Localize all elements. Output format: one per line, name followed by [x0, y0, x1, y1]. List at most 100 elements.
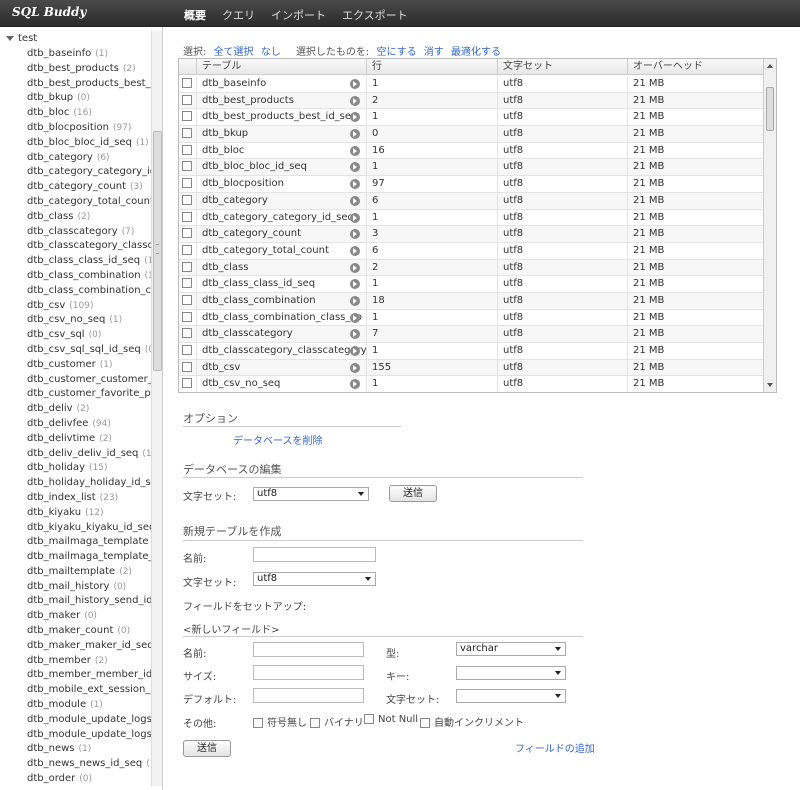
sidebar-table-item[interactable]: dtb_mail_history (0) — [27, 580, 151, 595]
sidebar-table-item[interactable]: dtb_class_class_id_seq(1 — [27, 254, 151, 269]
row-checkbox[interactable] — [182, 211, 192, 222]
row-table-name[interactable]: dtb_bloc — [197, 142, 367, 159]
not-null-box[interactable] — [364, 714, 374, 724]
row-table-name[interactable]: dtb_baseinfo — [197, 76, 367, 92]
sidebar-table-item[interactable]: dtb_csv_no_seq (1) — [27, 313, 151, 328]
auto-increment-box[interactable] — [420, 718, 430, 728]
nav-query[interactable]: クエリ — [222, 7, 255, 23]
row-table-name[interactable]: dtb_category_total_count — [197, 242, 367, 259]
sidebar-table-item[interactable]: dtb_mobile_ext_session_id — [27, 683, 151, 698]
binary-box[interactable] — [310, 718, 320, 728]
row-table-name[interactable]: dtb_classcategory_classcategory_ — [197, 343, 367, 359]
sidebar-table-item[interactable]: dtb_customer_favorite_prod — [27, 387, 151, 402]
sidebar-table-item[interactable]: dtb_classcategory (7) — [27, 225, 151, 240]
scroll-up-icon[interactable] — [767, 64, 773, 68]
row-table-name[interactable]: dtb_best_products — [197, 92, 367, 109]
sidebar-table-item[interactable]: dtb_holiday_holiday_id_seq — [27, 476, 151, 491]
row-checkbox[interactable] — [182, 228, 192, 239]
sidebar-table-item[interactable]: dtb_customer_customer_id_ — [27, 373, 151, 388]
sidebar-table-item[interactable]: dtb_maker (0) — [27, 609, 151, 624]
table-row[interactable]: dtb_blocposition 97 utf8 21 MB — [179, 176, 764, 193]
row-checkbox[interactable] — [182, 345, 192, 355]
row-checkbox[interactable] — [182, 144, 192, 155]
field-type-select[interactable]: varchar — [456, 642, 566, 656]
grid-scroll-thumb[interactable] — [766, 87, 774, 131]
drop-link[interactable]: 消す — [424, 47, 444, 58]
go-arrow-icon[interactable] — [350, 329, 360, 340]
sidebar-table-item[interactable]: dtb_delivtime (2) — [27, 432, 151, 447]
unsigned-box[interactable] — [253, 718, 263, 728]
table-row[interactable]: dtb_best_products 2 utf8 21 MB — [179, 92, 764, 110]
table-row[interactable]: dtb_best_products_best_id_seq 1 utf8 21 MB — [179, 109, 764, 127]
auto-increment-checkbox[interactable]: 自動インクリメント — [420, 714, 524, 729]
edit-db-charset-select[interactable]: utf8 — [253, 487, 369, 501]
database-node[interactable]: test — [6, 33, 37, 44]
row-checkbox[interactable] — [182, 94, 192, 105]
row-table-name[interactable]: dtb_class_combination — [197, 292, 367, 309]
sidebar-table-item[interactable]: dtb_member_member_id_s — [27, 668, 151, 683]
sidebar-table-item[interactable]: dtb_order (0) — [27, 772, 151, 787]
sidebar-table-item[interactable]: dtb_best_products_best_id_ — [27, 77, 151, 92]
sidebar-table-item[interactable]: dtb_mail_history_send_id_s — [27, 594, 151, 609]
row-table-name[interactable]: dtb_bloc_bloc_id_seq — [197, 159, 367, 176]
sidebar-table-item[interactable]: dtb_class_combination_clas — [27, 284, 151, 299]
sidebar-table-item[interactable]: dtb_category (6) — [27, 151, 151, 166]
nav-import[interactable]: インポート — [271, 7, 326, 23]
sidebar-table-item[interactable]: dtb_index_list (23) — [27, 491, 151, 506]
field-key-select[interactable] — [456, 666, 566, 680]
table-row[interactable]: dtb_class_combination 18 utf8 21 MB — [179, 292, 764, 310]
sidebar-table-item[interactable]: dtb_customer (1) — [27, 358, 151, 373]
go-arrow-icon[interactable] — [350, 245, 360, 256]
table-name-input[interactable] — [253, 547, 376, 562]
row-table-name[interactable]: dtb_category — [197, 192, 367, 209]
sidebar-table-item[interactable]: dtb_kiyaku (12) — [27, 506, 151, 521]
table-row[interactable]: dtb_bloc_bloc_id_seq 1 utf8 21 MB — [179, 159, 764, 177]
go-arrow-icon[interactable] — [350, 162, 360, 173]
go-arrow-icon[interactable] — [350, 79, 360, 89]
sidebar-scroll-thumb[interactable] — [153, 131, 162, 371]
table-row[interactable]: dtb_category 6 utf8 21 MB — [179, 192, 764, 210]
row-checkbox[interactable] — [182, 278, 192, 289]
scroll-down-icon[interactable] — [767, 383, 773, 387]
add-field-link[interactable]: フィールドの追加 — [515, 740, 595, 755]
table-row[interactable]: dtb_class_combination_class_co 1 utf8 21 MB — [179, 309, 764, 327]
field-default-input[interactable] — [253, 688, 364, 703]
sidebar-table-item[interactable]: dtb_maker_count (0) — [27, 624, 151, 639]
binary-checkbox[interactable]: バイナリ — [310, 714, 364, 729]
header-table[interactable]: テーブル — [197, 59, 367, 75]
sidebar-scrollbar[interactable] — [151, 31, 162, 786]
unsigned-checkbox[interactable]: 符号無し — [253, 714, 307, 729]
row-table-name[interactable]: dtb_best_products_best_id_seq — [197, 109, 367, 126]
sidebar-table-item[interactable]: dtb_bloc (16) — [27, 106, 151, 121]
grid-scrollbar[interactable] — [763, 59, 776, 392]
sidebar-table-item[interactable]: dtb_mailmaga_template(0) — [27, 535, 151, 550]
row-checkbox[interactable] — [182, 111, 192, 122]
sidebar-table-item[interactable]: dtb_deliv (2) — [27, 402, 151, 417]
go-arrow-icon[interactable] — [350, 129, 360, 140]
go-arrow-icon[interactable] — [350, 279, 360, 290]
nav-export[interactable]: エクスポート — [342, 7, 408, 23]
sidebar-table-item[interactable]: dtb_category_total_count(6 — [27, 195, 151, 210]
sidebar-table-item[interactable]: dtb_bkup (0) — [27, 91, 151, 106]
row-checkbox[interactable] — [182, 361, 192, 372]
row-checkbox[interactable] — [182, 161, 192, 172]
table-row[interactable]: dtb_category_total_count 6 utf8 21 MB — [179, 242, 764, 260]
sidebar-table-item[interactable]: dtb_csv_sql_sql_id_seq(0 — [27, 343, 151, 358]
go-arrow-icon[interactable] — [350, 346, 360, 356]
sidebar-table-item[interactable]: dtb_news_news_id_seq(1 — [27, 757, 151, 772]
row-checkbox[interactable] — [182, 178, 192, 189]
delete-database-link[interactable]: データベースを削除 — [233, 432, 323, 447]
sidebar-table-item[interactable]: dtb_classcategory_classcat — [27, 239, 151, 254]
go-arrow-icon[interactable] — [350, 95, 360, 106]
optimize-link[interactable]: 最適化する — [451, 47, 501, 58]
header-rows[interactable]: 行 — [367, 59, 498, 75]
table-row[interactable]: dtb_baseinfo 1 utf8 21 MB — [179, 76, 764, 93]
sidebar-table-item[interactable]: dtb_class_combination(18 — [27, 269, 151, 284]
sidebar-table-item[interactable]: dtb_kiyaku_kiyaku_id_seq( — [27, 521, 151, 536]
row-table-name[interactable]: dtb_class_class_id_seq — [197, 276, 367, 292]
row-table-name[interactable]: dtb_blocposition — [197, 176, 367, 192]
go-arrow-icon[interactable] — [350, 195, 360, 206]
go-arrow-icon[interactable] — [350, 262, 360, 273]
sidebar-table-item[interactable]: dtb_delivfee (94) — [27, 417, 151, 432]
row-checkbox[interactable] — [182, 78, 192, 88]
